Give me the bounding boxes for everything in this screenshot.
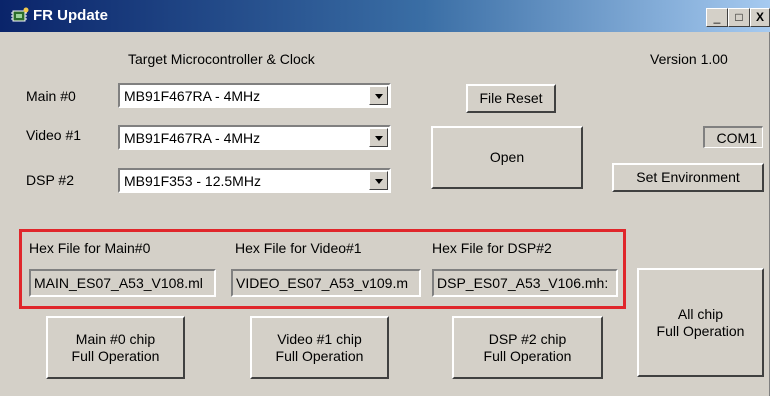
maximize-button[interactable]: □ bbox=[728, 8, 750, 27]
hex-dsp-label: Hex File for DSP#2 bbox=[432, 240, 552, 256]
dropdown-arrow-icon[interactable] bbox=[369, 86, 388, 105]
chip-app-icon bbox=[11, 7, 29, 22]
set-environment-label: Set Environment bbox=[636, 169, 740, 185]
video-1-full-operation-button[interactable]: Video #1 chip Full Operation bbox=[250, 316, 389, 379]
hex-dsp-file-field[interactable]: DSP_ES07_A53_V106.mh: bbox=[432, 269, 618, 297]
all-chip-full-operation-line2: Full Operation bbox=[656, 322, 745, 339]
main-0-full-operation-line2: Full Operation bbox=[71, 347, 160, 364]
hex-video-file-field[interactable]: VIDEO_ES07_A53_v109.m bbox=[231, 269, 421, 297]
dsp-2-full-operation-text: DSP #2 chip Full Operation bbox=[484, 331, 572, 365]
video-1-full-operation-text: Video #1 chip Full Operation bbox=[276, 331, 364, 365]
maximize-icon: □ bbox=[735, 10, 743, 24]
version-label: Version 1.00 bbox=[650, 51, 728, 67]
hex-main-label: Hex File for Main#0 bbox=[29, 240, 151, 256]
hex-main-file-value: MAIN_ES07_A53_V108.ml bbox=[34, 275, 203, 291]
com-port-display: COM1 bbox=[703, 126, 763, 148]
all-chip-full-operation-line1: All chip bbox=[677, 305, 724, 322]
title-bar[interactable]: FR Update _ □ X bbox=[0, 0, 770, 32]
dsp-2-label: DSP #2 bbox=[26, 172, 74, 188]
file-reset-label: File Reset bbox=[479, 90, 543, 106]
minimize-icon: _ bbox=[713, 10, 721, 24]
dsp-2-full-operation-line1: DSP #2 chip bbox=[488, 330, 567, 347]
set-environment-button[interactable]: Set Environment bbox=[612, 163, 764, 192]
video-1-mcu-select[interactable]: MB91F467RA - 4MHz bbox=[118, 125, 391, 150]
dsp-2-mcu-value: MB91F353 - 12.5MHz bbox=[124, 173, 261, 189]
dsp-2-full-operation-line2: Full Operation bbox=[483, 347, 572, 364]
video-1-label: Video #1 bbox=[26, 127, 82, 143]
video-1-full-operation-line2: Full Operation bbox=[275, 347, 364, 364]
dropdown-arrow-icon[interactable] bbox=[369, 171, 388, 190]
dsp-2-full-operation-button[interactable]: DSP #2 chip Full Operation bbox=[452, 316, 603, 379]
minimize-button[interactable]: _ bbox=[706, 8, 728, 27]
all-chip-full-operation-button[interactable]: All chip Full Operation bbox=[637, 268, 764, 377]
main-0-full-operation-button[interactable]: Main #0 chip Full Operation bbox=[46, 316, 185, 379]
hex-main-file-field[interactable]: MAIN_ES07_A53_V108.ml bbox=[29, 269, 216, 297]
main-0-full-operation-text: Main #0 chip Full Operation bbox=[72, 331, 160, 365]
close-button[interactable]: X bbox=[750, 8, 770, 27]
main-0-full-operation-line1: Main #0 chip bbox=[75, 330, 156, 347]
hex-video-label: Hex File for Video#1 bbox=[235, 240, 362, 256]
hex-dsp-file-value: DSP_ES07_A53_V106.mh: bbox=[437, 275, 609, 291]
dsp-2-mcu-select[interactable]: MB91F353 - 12.5MHz bbox=[118, 168, 391, 193]
open-label: Open bbox=[489, 149, 525, 165]
video-1-full-operation-line1: Video #1 chip bbox=[277, 330, 362, 347]
fr-update-window: FR Update _ □ X Target Microcontroller &… bbox=[0, 0, 770, 396]
window-title: FR Update bbox=[33, 7, 108, 24]
hex-video-file-value: VIDEO_ES07_A53_v109.m bbox=[236, 275, 408, 291]
video-1-mcu-value: MB91F467RA - 4MHz bbox=[124, 130, 261, 146]
file-reset-button[interactable]: File Reset bbox=[466, 84, 556, 113]
all-chip-full-operation-text: All chip Full Operation bbox=[657, 306, 745, 340]
main-0-mcu-value: MB91F467RA - 4MHz bbox=[124, 88, 261, 104]
target-microcontroller-label: Target Microcontroller & Clock bbox=[128, 51, 315, 67]
main-0-label: Main #0 bbox=[26, 88, 76, 104]
open-button[interactable]: Open bbox=[431, 126, 583, 189]
main-0-mcu-select[interactable]: MB91F467RA - 4MHz bbox=[118, 83, 391, 108]
dropdown-arrow-icon[interactable] bbox=[369, 128, 388, 147]
close-icon: X bbox=[755, 10, 764, 24]
com-port-value: COM1 bbox=[716, 130, 757, 146]
